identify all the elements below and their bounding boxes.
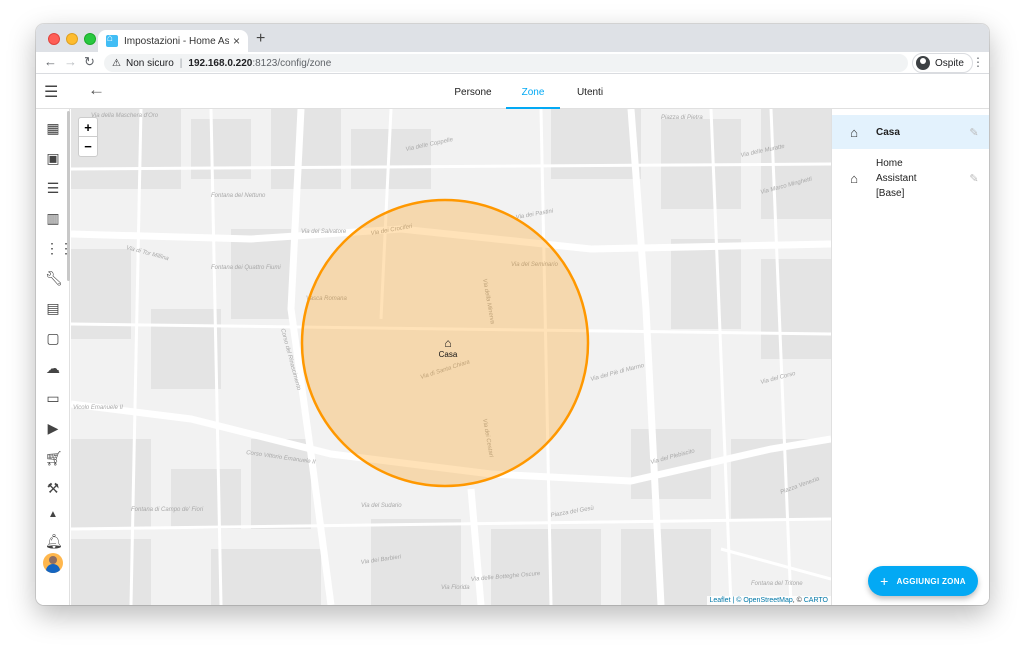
terminal-icon[interactable]: ▭: [45, 390, 61, 406]
back-arrow-icon[interactable]: ←: [88, 80, 105, 100]
zone-marker[interactable]: ⌂ Casa: [433, 336, 463, 359]
security-label: Non sicuro: [125, 57, 174, 69]
zoom-in-button[interactable]: +: [79, 118, 97, 137]
store-icon[interactable]: ▤: [45, 300, 61, 316]
tab-persone[interactable]: Persone: [440, 74, 506, 109]
svg-text:Fontana del Tritone: Fontana del Tritone: [751, 581, 803, 587]
minimize-window-icon[interactable]: [66, 33, 78, 45]
edit-pencil-off-icon[interactable]: ✎: [958, 126, 989, 139]
zoom-out-button[interactable]: −: [79, 137, 97, 156]
logbook-icon[interactable]: ☰: [45, 180, 61, 196]
tab-close-icon[interactable]: ×: [233, 34, 240, 48]
hamburger-menu-icon[interactable]: ☰: [44, 82, 58, 102]
url-path: :8123/config/zone: [252, 57, 332, 69]
attribution-prefix[interactable]: Leaflet | ©: [710, 597, 744, 604]
profile-avatar-icon: [916, 56, 930, 70]
tab-zone[interactable]: Zone: [506, 74, 560, 109]
plus-icon: +: [880, 573, 889, 589]
browser-window: Impostazioni - Home Assistant × + ← → ↻ …: [36, 24, 989, 605]
home-zone-icon: ⌂: [444, 336, 452, 350]
url-host: 192.168.0.220: [188, 57, 253, 69]
notifications-bell-icon[interactable]: 🔔︎: [45, 533, 63, 549]
svg-text:Fontana del Nettuno: Fontana del Nettuno: [211, 193, 266, 199]
zone-list: ⌂ Casa ✎ ⌂ Home Assistant [Base] ✎: [831, 109, 989, 605]
profile-name: Ospite: [935, 57, 964, 69]
browser-toolbar: ← → ↻ ⚠ Non sicuro | 192.168.0.220 :8123…: [36, 52, 989, 74]
zone-name: Home Assistant [Base]: [876, 157, 917, 199]
tab-title: Impostazioni - Home Assistant: [124, 35, 229, 47]
apps-grid-icon[interactable]: ⋮⋮: [45, 240, 73, 256]
osm-link[interactable]: OpenStreetMap: [743, 597, 792, 604]
list-item[interactable]: ⌂ Home Assistant [Base] ✎: [832, 153, 989, 203]
browser-back-icon[interactable]: ←: [44, 54, 57, 69]
home-assistant-favicon-icon: [106, 33, 118, 47]
home-assistant-app: ☰ ← Persone Zone Utenti ▦ ▣ ☰ ▥ ⋮⋮ 🔧︎ ▤ …: [36, 74, 989, 605]
zoom-control: + −: [78, 117, 98, 157]
browser-forward-icon[interactable]: →: [64, 54, 77, 69]
map-person-icon[interactable]: ▣: [45, 150, 61, 166]
media-icon[interactable]: ▶: [45, 420, 61, 436]
zone-name: Casa: [876, 126, 900, 138]
history-chart-icon[interactable]: ▥: [45, 210, 61, 226]
profile-button[interactable]: Ospite: [912, 53, 973, 73]
add-zone-button[interactable]: + AGGIUNGI ZONA: [868, 566, 978, 596]
wrench-icon[interactable]: 🔧︎: [45, 270, 63, 286]
tab-strip: Impostazioni - Home Assistant × +: [36, 24, 989, 52]
svg-text:Piazza di Pietra: Piazza di Pietra: [661, 115, 703, 121]
zone-marker-label: Casa: [438, 350, 458, 359]
file-text-icon[interactable]: ▢: [45, 330, 61, 346]
tab-utenti[interactable]: Utenti: [560, 74, 620, 109]
browser-menu-icon[interactable]: ⋮: [972, 55, 984, 69]
maximize-window-icon[interactable]: [84, 33, 96, 45]
new-tab-icon[interactable]: +: [256, 30, 265, 48]
svg-text:Fontana di Campo de' Fiori: Fontana di Campo de' Fiori: [131, 507, 204, 513]
warning-icon[interactable]: ⚠: [112, 58, 121, 69]
zone-map[interactable]: Via della Maschera d'Oro Via delle Coppe…: [71, 109, 831, 605]
attribution-separator: , ©: [792, 597, 804, 604]
edit-pencil-off-icon[interactable]: ✎: [958, 172, 989, 185]
config-tabs: Persone Zone Utenti: [440, 74, 620, 109]
reload-icon[interactable]: ↻: [84, 54, 95, 70]
close-window-icon[interactable]: [48, 33, 60, 45]
address-bar[interactable]: ⚠ Non sicuro | 192.168.0.220 :8123/confi…: [104, 54, 908, 72]
add-zone-label: AGGIUNGI ZONA: [896, 576, 966, 586]
hammer-icon[interactable]: ⚒: [45, 480, 61, 496]
svg-text:Via del Sudario: Via del Sudario: [361, 503, 402, 509]
user-avatar[interactable]: [43, 553, 63, 573]
carto-link[interactable]: CARTO: [804, 597, 828, 604]
svg-text:Fontana dei Quattro Fiumi: Fontana dei Quattro Fiumi: [211, 265, 281, 271]
map-attribution: Leaflet | © OpenStreetMap, © CARTO: [706, 596, 831, 605]
app-header: ☰ ← Persone Zone Utenti: [36, 74, 989, 109]
chevron-up-icon[interactable]: ▲: [45, 507, 61, 523]
home-base-icon: ⌂: [850, 170, 858, 186]
home-zone-icon: ⌂: [850, 124, 858, 140]
svg-text:Via della Maschera d'Oro: Via della Maschera d'Oro: [91, 113, 159, 119]
cloud-icon[interactable]: ☁: [45, 360, 61, 376]
separator: |: [179, 57, 183, 69]
svg-text:Via Florida: Via Florida: [441, 585, 470, 591]
svg-text:Vicolo Emanuele II: Vicolo Emanuele II: [73, 405, 123, 411]
dashboard-icon[interactable]: ▦: [45, 120, 61, 136]
list-item[interactable]: ⌂ Casa ✎: [832, 115, 989, 149]
svg-text:Via del Salvatore: Via del Salvatore: [301, 229, 347, 235]
sidebar: ▦ ▣ ☰ ▥ ⋮⋮ 🔧︎ ▤ ▢ ☁ ▭ ▶ 🛒︎ ⚒ ▲ 🔔︎: [36, 109, 73, 605]
browser-tab[interactable]: Impostazioni - Home Assistant ×: [98, 30, 248, 52]
shopping-cart-icon[interactable]: 🛒︎: [45, 450, 63, 466]
